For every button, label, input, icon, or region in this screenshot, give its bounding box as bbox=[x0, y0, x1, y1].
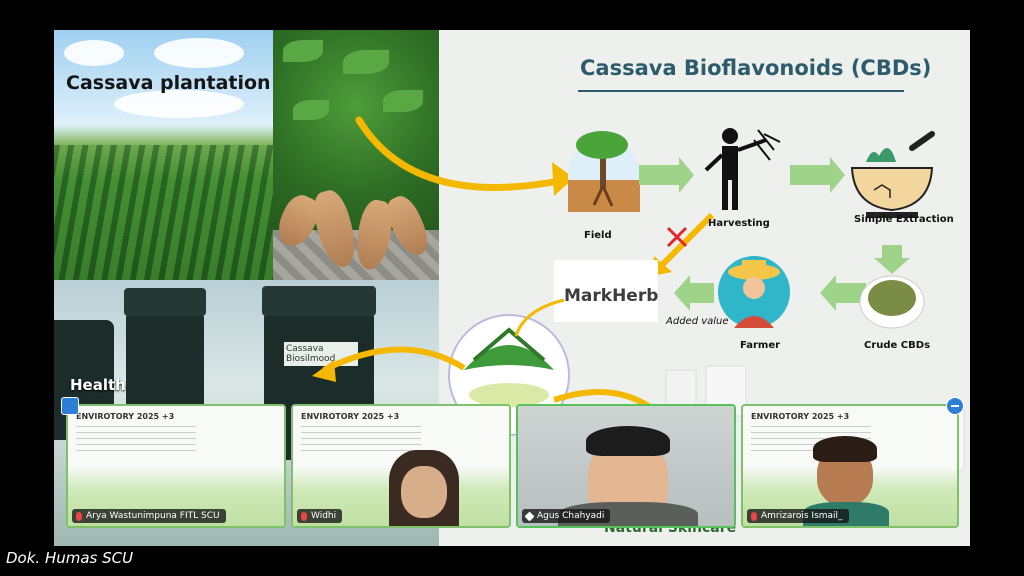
participant-tile[interactable]: ENVIROTORY 2025 +3 Widhi bbox=[291, 404, 511, 528]
green-arrow-down bbox=[874, 245, 910, 274]
green-arrow-left-2 bbox=[674, 275, 714, 311]
markherb-logo: MarkHerb bbox=[564, 286, 659, 306]
participants-icon[interactable] bbox=[61, 397, 79, 415]
green-arrow-left-1 bbox=[820, 275, 866, 311]
participant-tile[interactable]: ENVIROTORY 2025 +3 Amrizarois Ismail_ bbox=[741, 404, 959, 528]
label-added-value: Added value bbox=[666, 316, 729, 327]
participant-name-tag: Amrizarois Ismail_ bbox=[747, 509, 849, 523]
green-arrow-1 bbox=[639, 157, 694, 193]
mic-muted-icon bbox=[301, 511, 307, 521]
label-field: Field bbox=[584, 230, 612, 241]
participant-name-tag: Arya Wastunimpuna FITL SCU bbox=[72, 509, 226, 523]
mic-muted-icon bbox=[76, 511, 82, 521]
label-crude-cbds: Crude CBDs bbox=[864, 340, 931, 351]
pin-icon bbox=[524, 511, 535, 521]
harvesting-icon bbox=[704, 128, 781, 210]
mic-muted-icon bbox=[751, 511, 757, 521]
yellow-curved-arrow bbox=[355, 116, 568, 191]
participant-name-tag: Agus Chahyadi bbox=[522, 509, 611, 523]
thumb-slide-title: ENVIROTORY 2025 +3 bbox=[301, 412, 400, 421]
participant-name-tag: Widhi bbox=[297, 509, 343, 523]
thumb-slide-title: ENVIROTORY 2025 +3 bbox=[751, 412, 850, 421]
photo-caption: Dok. Humas SCU bbox=[6, 549, 134, 567]
mortar-icon bbox=[850, 131, 935, 218]
green-arrow-2 bbox=[790, 157, 845, 193]
field-icon bbox=[568, 131, 640, 212]
minimize-icon[interactable] bbox=[946, 397, 964, 415]
participant-tile-active-speaker[interactable]: Agus Chahyadi bbox=[516, 404, 736, 528]
label-extraction: Simple Extraction bbox=[854, 214, 954, 225]
yellow-down-arrow bbox=[656, 212, 715, 271]
participant-tile[interactable]: ENVIROTORY 2025 +3 Arya Wastunimpuna FIT… bbox=[66, 404, 286, 528]
red-cross-icon bbox=[666, 226, 688, 248]
crude-cbd-bowl-icon bbox=[859, 275, 925, 329]
label-harvesting: Harvesting bbox=[708, 218, 770, 229]
yellow-arrow-to-health bbox=[322, 346, 466, 373]
thumb-slide-title: ENVIROTORY 2025 +3 bbox=[76, 412, 175, 421]
label-farmer: Farmer bbox=[740, 340, 781, 351]
